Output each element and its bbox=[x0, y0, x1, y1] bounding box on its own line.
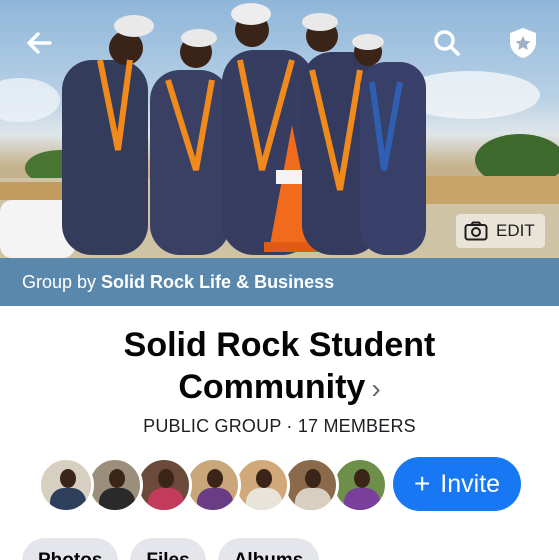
group-privacy: PUBLIC GROUP bbox=[143, 416, 282, 436]
avatar-body bbox=[99, 488, 135, 510]
avatar-head bbox=[158, 469, 174, 488]
avatar-head bbox=[354, 469, 370, 488]
tab-files-label: Files bbox=[146, 550, 189, 560]
edit-label: EDIT bbox=[496, 221, 535, 240]
chevron-right-icon: › bbox=[371, 373, 381, 404]
meta-separator: · bbox=[286, 416, 293, 436]
camera-icon bbox=[464, 221, 488, 241]
tab-photos-label: Photos bbox=[38, 550, 102, 560]
search-button[interactable] bbox=[428, 24, 466, 62]
member-avatar[interactable] bbox=[136, 457, 192, 513]
group-by-banner: Group by Solid Rock Life & Business bbox=[0, 258, 559, 306]
group-title[interactable]: Solid Rock Student Community › bbox=[0, 324, 559, 410]
member-avatar[interactable] bbox=[38, 457, 94, 513]
group-members-count[interactable]: 17 MEMBERS bbox=[298, 416, 416, 436]
arrow-left-icon bbox=[27, 32, 52, 54]
avatar-body bbox=[197, 488, 233, 510]
group-meta: PUBLIC GROUP · 17 MEMBERS bbox=[0, 416, 559, 437]
tab-albums-label: Albums bbox=[234, 550, 304, 560]
avatar-head bbox=[207, 469, 223, 488]
tab-photos[interactable]: Photos bbox=[22, 538, 119, 560]
member-avatar[interactable] bbox=[185, 457, 241, 513]
admin-tools-button[interactable] bbox=[504, 24, 542, 62]
member-avatar[interactable] bbox=[234, 457, 290, 513]
group-owner-link[interactable]: Solid Rock Life & Business bbox=[101, 272, 334, 293]
avatar-head bbox=[109, 469, 125, 488]
tab-albums[interactable]: Albums bbox=[217, 538, 320, 560]
search-icon bbox=[434, 30, 460, 56]
shield-star-icon bbox=[510, 28, 536, 58]
avatar-body bbox=[148, 488, 184, 510]
avatar-body bbox=[295, 488, 331, 510]
avatar-head bbox=[305, 469, 321, 488]
member-avatar[interactable] bbox=[283, 457, 339, 513]
member-avatar[interactable] bbox=[87, 457, 143, 513]
group-tabs: Photos Files Albums bbox=[22, 538, 320, 560]
back-button[interactable] bbox=[20, 24, 58, 62]
plus-icon: + bbox=[413, 468, 431, 499]
avatar-body bbox=[246, 488, 282, 510]
tab-files[interactable]: Files bbox=[130, 538, 206, 560]
cover-photo[interactable]: EDIT bbox=[0, 0, 559, 258]
group-title-line1: Solid Rock Student bbox=[123, 326, 436, 364]
edit-cover-button[interactable]: EDIT bbox=[456, 214, 545, 248]
invite-button[interactable]: + Invite bbox=[393, 457, 521, 511]
avatar-body bbox=[344, 488, 380, 510]
invite-label: Invite bbox=[440, 469, 501, 498]
avatar-head bbox=[60, 469, 76, 488]
avatar-head bbox=[256, 469, 272, 488]
group-by-prefix: Group by bbox=[22, 271, 97, 292]
avatar-body bbox=[50, 488, 86, 510]
member-avatar[interactable] bbox=[332, 457, 388, 513]
group-title-line2: Community bbox=[178, 368, 366, 406]
